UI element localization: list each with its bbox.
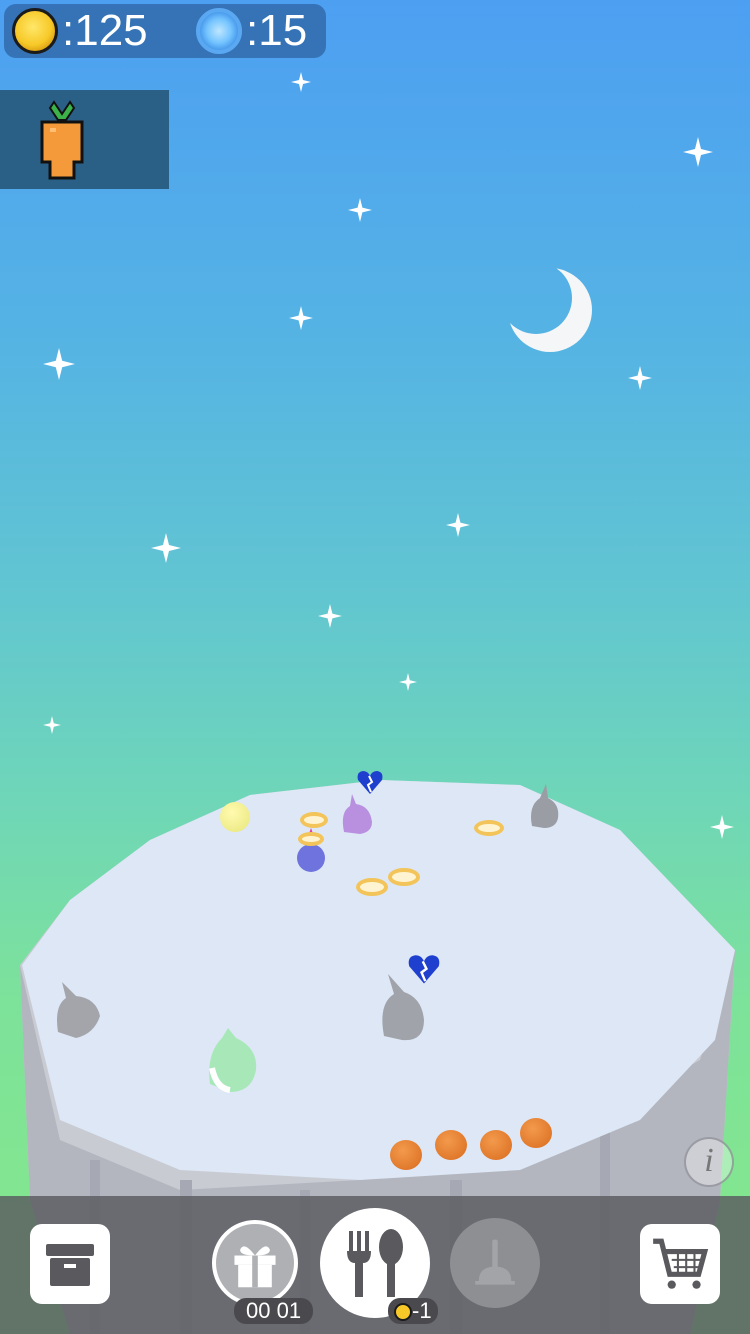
sparkle-star-icon	[348, 198, 372, 222]
gold-coin-icon	[394, 1303, 412, 1321]
gold-coin-icon	[12, 8, 58, 54]
gift-button[interactable]	[212, 1220, 298, 1306]
plunger-icon	[475, 1239, 515, 1285]
orange[interactable]	[390, 1140, 422, 1170]
donut[interactable]	[300, 812, 328, 828]
purple-rabbit[interactable]	[340, 792, 374, 834]
gray-rabbit[interactable]	[528, 784, 560, 828]
orange[interactable]	[480, 1130, 512, 1160]
crescent-moon-icon	[500, 262, 596, 358]
shopping-cart-icon	[653, 1238, 709, 1289]
gift-timer: 00 01	[234, 1298, 314, 1324]
donut[interactable]	[474, 820, 504, 836]
sparkle-star-icon	[43, 716, 61, 734]
donut[interactable]	[356, 878, 388, 896]
info-button[interactable]: i	[684, 1137, 734, 1187]
sparkle-star-icon	[291, 72, 311, 92]
yellow-chick[interactable]	[220, 802, 250, 832]
carrot-icon	[36, 100, 88, 184]
sparkle-star-icon	[43, 348, 75, 380]
gift-icon	[234, 1246, 276, 1288]
sparkle-star-icon	[289, 306, 313, 330]
donut[interactable]	[388, 868, 420, 886]
sparkle-star-icon	[151, 533, 181, 563]
broken-heart-icon	[356, 770, 384, 796]
broken-heart-icon	[406, 954, 442, 986]
clean-button[interactable]	[450, 1218, 540, 1308]
gray-rabbit[interactable]	[54, 982, 102, 1040]
blue-gem-icon	[196, 8, 242, 54]
storage-box-icon	[46, 1244, 94, 1286]
donut[interactable]	[298, 832, 324, 846]
orange[interactable]	[520, 1118, 552, 1148]
sparkle-star-icon	[628, 366, 652, 390]
coins-count: :125	[62, 6, 148, 55]
sparkle-star-icon	[446, 513, 470, 537]
shop-button[interactable]	[640, 1224, 720, 1304]
sparkle-star-icon	[399, 673, 417, 691]
fork-spoon-icon	[347, 1229, 403, 1297]
gems-count: :15	[246, 6, 308, 55]
feed-cost: -1	[388, 1298, 438, 1324]
sparkle-star-icon	[318, 604, 342, 628]
feed-cost-label: -1	[412, 1298, 432, 1323]
green-rabbit[interactable]	[206, 1028, 260, 1094]
storage-button[interactable]	[30, 1224, 110, 1304]
orange[interactable]	[435, 1130, 467, 1160]
sparkle-star-icon	[683, 137, 713, 167]
